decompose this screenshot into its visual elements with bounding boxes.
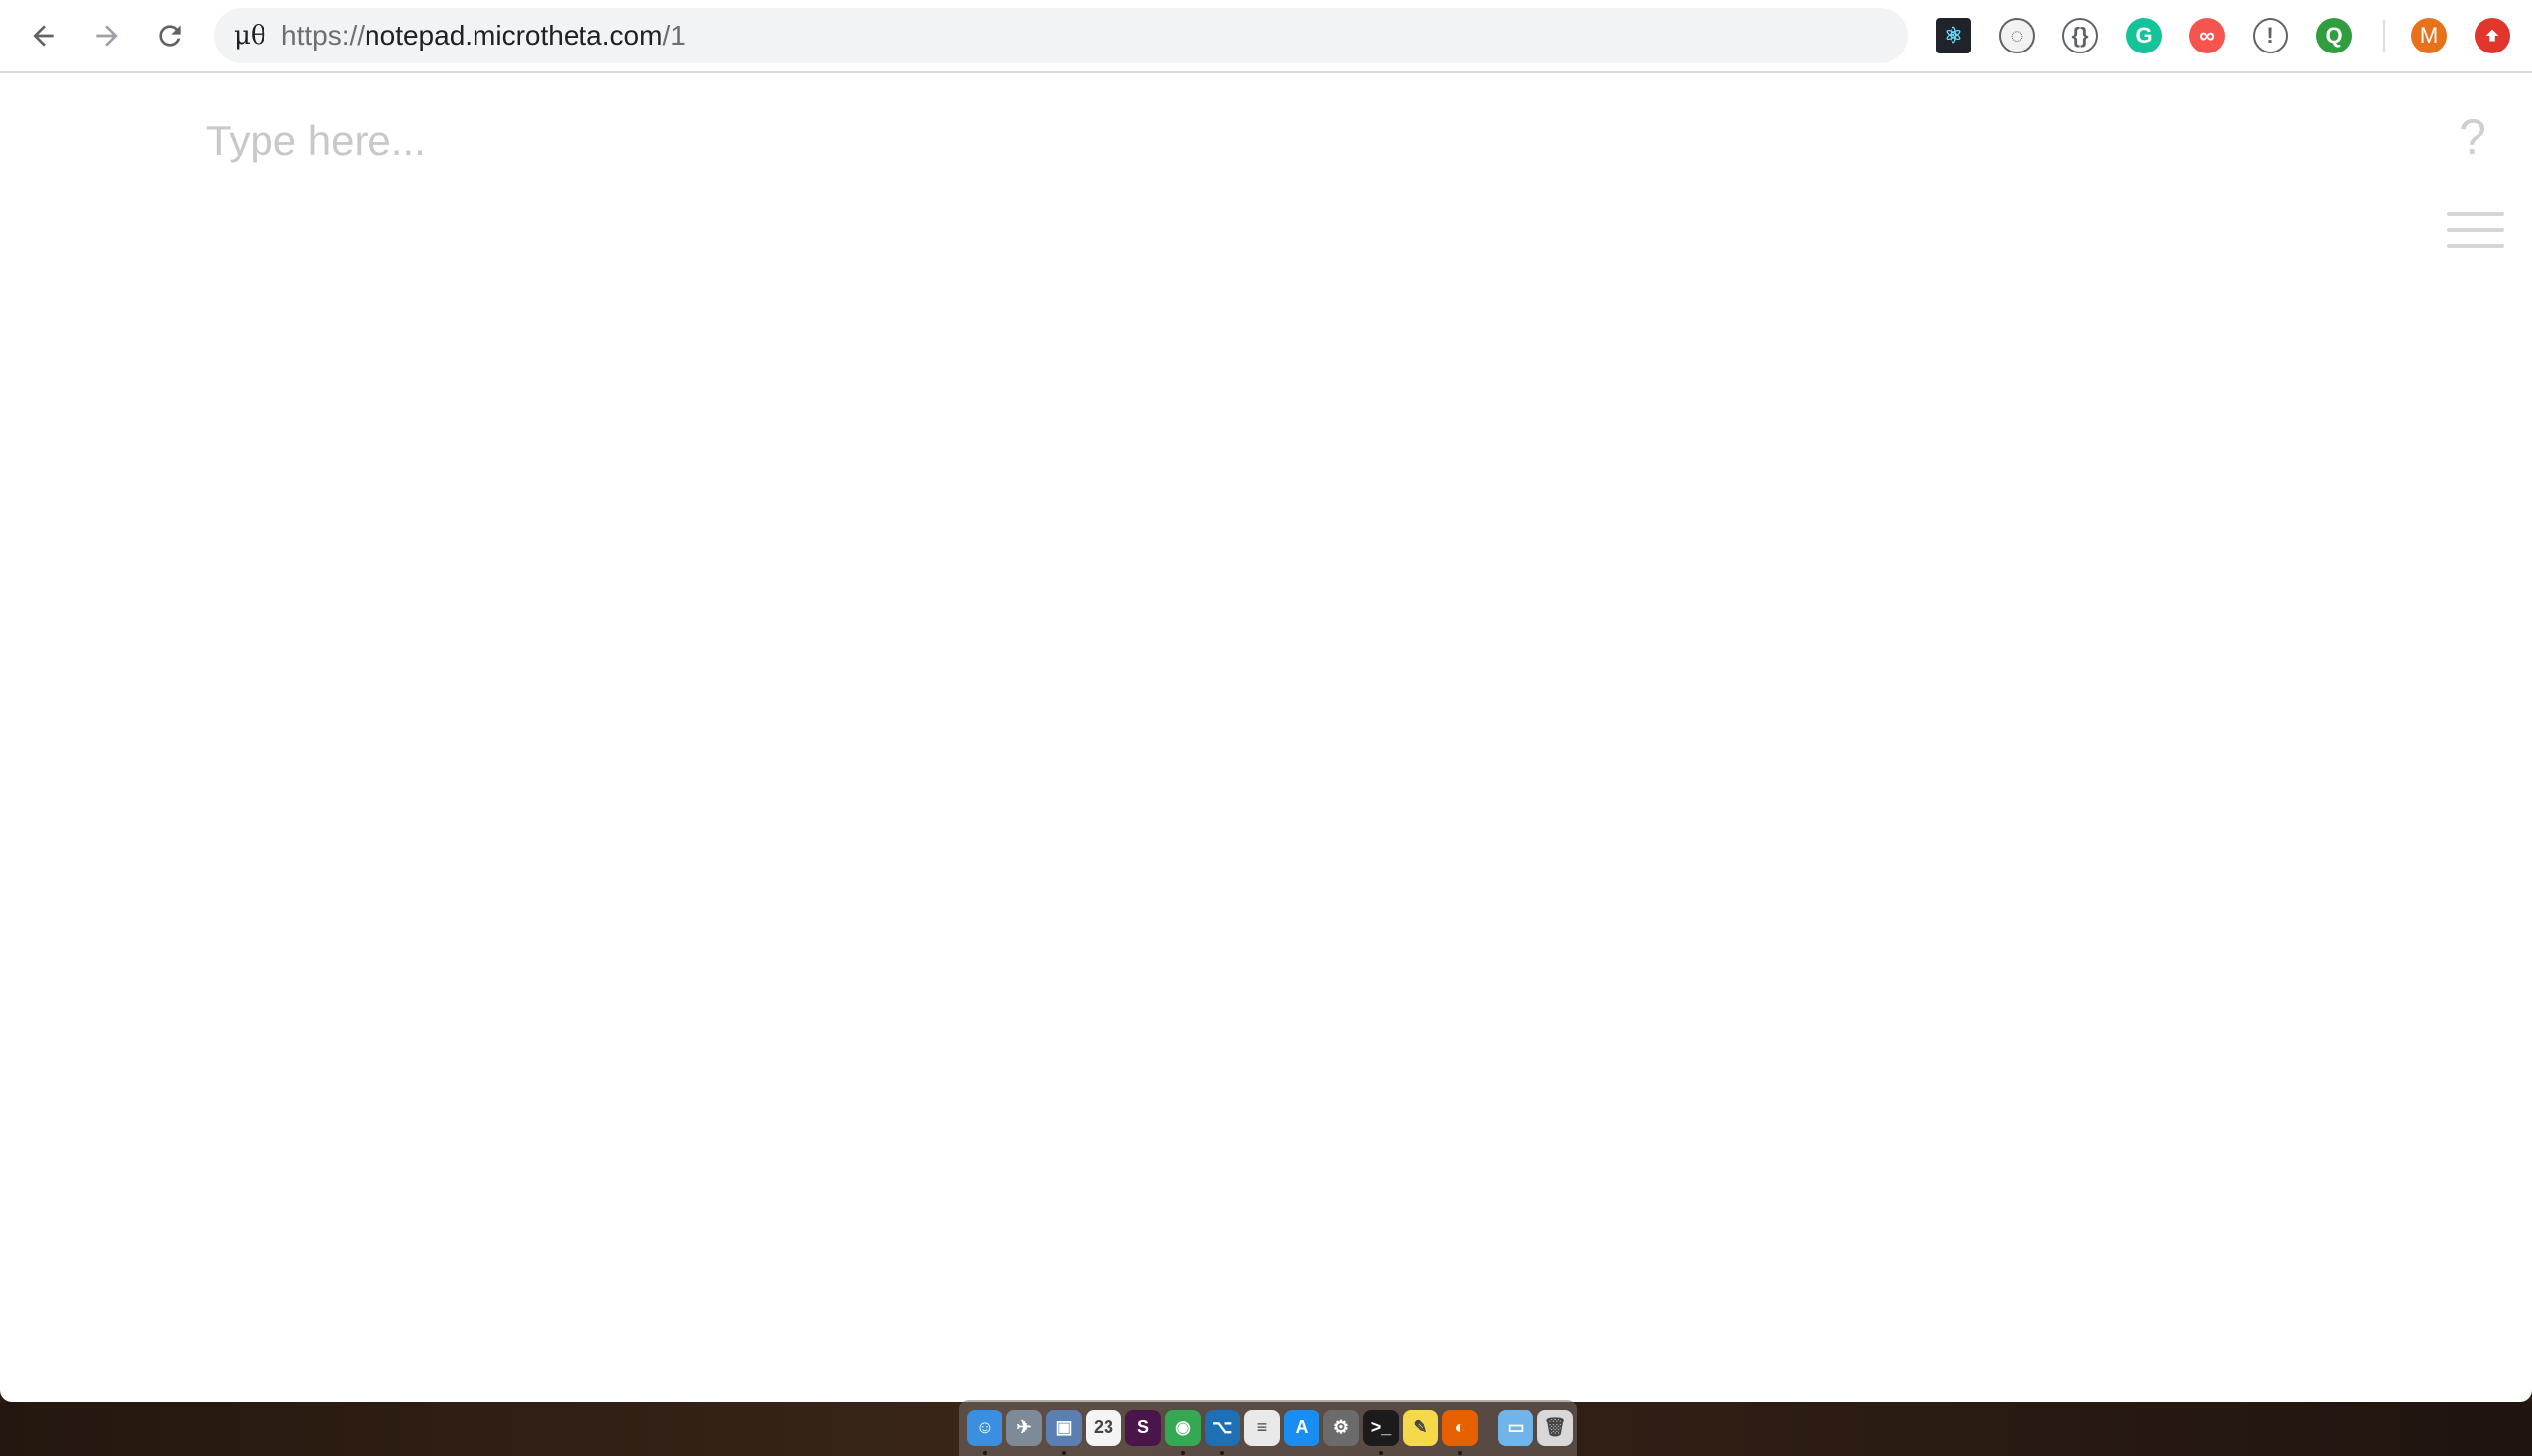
textedit-icon[interactable]: ≡ xyxy=(1244,1409,1280,1446)
running-indicator xyxy=(1220,1450,1224,1455)
update-arrow-icon xyxy=(2485,29,2499,42)
react-devtools-icon[interactable]: ⚛ xyxy=(1936,18,1971,53)
reload-icon xyxy=(159,25,181,47)
dock-glyph: ☺ xyxy=(975,1417,995,1437)
downloads-folder-icon[interactable]: ▭ xyxy=(1498,1409,1533,1446)
dock-glyph: >_ xyxy=(1370,1417,1392,1437)
dock-glyph: ◐ xyxy=(1454,1417,1466,1437)
profile-initial: M xyxy=(2419,23,2439,48)
help-button[interactable]: ? xyxy=(2453,107,2492,166)
dock-glyph: ⚙ xyxy=(1332,1417,1350,1437)
dock-glyph: S xyxy=(1136,1417,1149,1437)
profile-avatar[interactable]: M xyxy=(2411,18,2447,53)
site-info-icon[interactable]: μθ xyxy=(234,8,266,63)
launchpad-icon[interactable]: ✈ xyxy=(1006,1409,1042,1446)
update-button[interactable] xyxy=(2475,18,2510,53)
slack-icon[interactable]: S xyxy=(1125,1409,1161,1446)
back-arrow-icon xyxy=(33,25,54,47)
chrome-icon[interactable]: ◉ xyxy=(1165,1409,1201,1455)
vscode-icon[interactable]: ⌥ xyxy=(1205,1409,1240,1455)
dock-glyph: ▣ xyxy=(1055,1417,1073,1437)
menu-line xyxy=(2447,212,2504,216)
grammarly-icon[interactable]: G xyxy=(2126,18,2162,53)
url-path: /1 xyxy=(662,20,686,51)
forward-arrow-icon xyxy=(96,25,118,47)
calendar-icon[interactable]: 23 xyxy=(1086,1409,1121,1446)
finder-icon[interactable]: ☺ xyxy=(967,1409,1002,1455)
1password-icon[interactable]: ! xyxy=(2253,18,2288,53)
dock-glyph: A xyxy=(1295,1417,1309,1437)
address-bar[interactable]: μθ https://notepad.microtheta.com/1 xyxy=(214,8,1908,63)
tracker-extension-icon[interactable]: ◌ xyxy=(1999,18,2035,53)
dock-glyph: ✎ xyxy=(1413,1417,1428,1437)
dock-glyph: ▭ xyxy=(1507,1417,1525,1437)
toolbar-divider xyxy=(2383,20,2385,52)
stickies-icon[interactable]: ✎ xyxy=(1403,1409,1438,1446)
running-indicator xyxy=(1458,1450,1462,1455)
firefox-icon[interactable]: ◐ xyxy=(1442,1409,1478,1455)
dock-glyph: ≡ xyxy=(1256,1417,1268,1437)
dock-glyph: 23 xyxy=(1093,1417,1114,1437)
forward-button[interactable] xyxy=(83,12,131,59)
macos-dock: ☺ ✈ ▣ 23 S ◉ ⌥ ≡ A ⚙ >_ ✎ ◐ ▭ 🗑 xyxy=(959,1400,1577,1456)
dock-glyph: 🗑 xyxy=(1543,1417,1567,1437)
running-indicator xyxy=(1181,1450,1185,1455)
browser-toolbar: μθ https://notepad.microtheta.com/1 ⚛ ◌ {}… xyxy=(0,0,2532,73)
hamburger-menu-button[interactable] xyxy=(2447,208,2506,254)
back-button[interactable] xyxy=(20,12,67,59)
url-text[interactable]: https://notepad.microtheta.com/1 xyxy=(281,8,686,63)
running-indicator xyxy=(1062,1450,1066,1455)
infinity-extension-icon[interactable]: ∞ xyxy=(2189,18,2225,53)
menu-line xyxy=(2447,244,2504,248)
json-viewer-icon[interactable]: {} xyxy=(2062,18,2098,53)
reload-button[interactable] xyxy=(147,12,194,59)
running-indicator xyxy=(983,1450,987,1455)
system-preferences-icon[interactable]: ⚙ xyxy=(1323,1409,1359,1446)
preview-icon[interactable]: ▣ xyxy=(1046,1409,1082,1455)
note-editor-input[interactable] xyxy=(206,111,2385,170)
trash-icon[interactable]: 🗑 xyxy=(1537,1409,1573,1446)
url-scheme: https:// xyxy=(281,20,366,51)
running-indicator xyxy=(1379,1450,1383,1455)
dock-glyph: ⌥ xyxy=(1212,1417,1233,1437)
search-extension-icon[interactable]: Q xyxy=(2316,18,2352,53)
app-store-icon[interactable]: A xyxy=(1284,1409,1319,1446)
url-host: notepad.microtheta.com xyxy=(365,20,663,51)
dock-glyph: ◉ xyxy=(1175,1417,1191,1437)
menu-line xyxy=(2447,228,2504,232)
browser-window: μθ https://notepad.microtheta.com/1 ⚛ ◌ {}… xyxy=(0,0,2532,1402)
dock-glyph: ✈ xyxy=(1016,1417,1032,1437)
terminal-icon[interactable]: >_ xyxy=(1363,1409,1399,1455)
